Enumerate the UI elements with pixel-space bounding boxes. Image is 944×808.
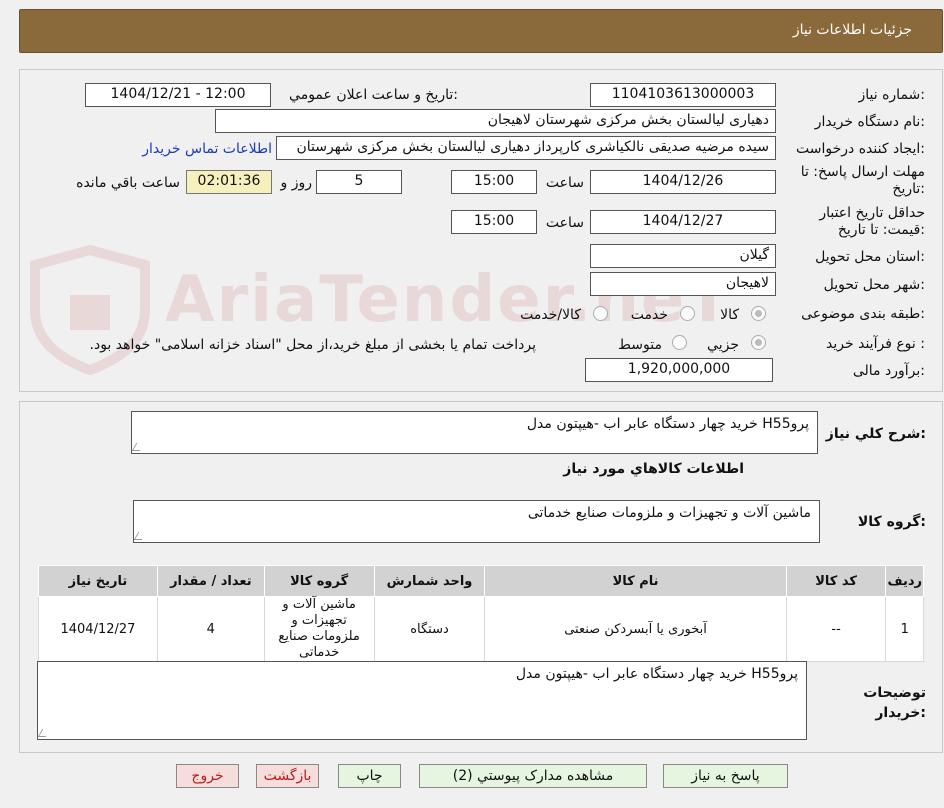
cell-unit: دستگاه <box>373 596 486 662</box>
summary-textbox[interactable]: خرید چهار دستگاه عابر اب -هیپتون مدل H55… <box>131 411 818 454</box>
process-radio-medium[interactable] <box>672 335 687 350</box>
need-number-label: شماره نیاز: <box>858 87 925 103</box>
cell-date: 1404/12/27 <box>38 596 158 662</box>
validity-time-field: 15:00 <box>451 210 537 234</box>
goods-group-text: ماشین آلات و تجهیزات و ملزومات صنایع خدم… <box>527 505 811 521</box>
notes-textbox[interactable]: خرید چهار دستگاه عابر اب -هیپتون مدل H55… <box>37 661 807 740</box>
contact-info-link[interactable]: اطلاعات تماس خریدار <box>142 141 272 157</box>
validity-date-field: 1404/12/27 <box>590 210 776 234</box>
category-radio-both[interactable] <box>593 306 608 321</box>
buyer-org-field: دهیاری لیالستان بخش مرکزی شهرستان لاهیجا… <box>215 109 776 133</box>
exit-button[interactable]: خروج <box>176 764 239 788</box>
remaining-timer: 02:01:36 <box>186 170 272 194</box>
buyer-org-label: نام دستگاه خریدار: <box>814 114 925 130</box>
col-unit: واحد شمارش <box>373 565 486 597</box>
print-button[interactable]: چاپ <box>338 764 401 788</box>
days-field: 5 <box>316 170 402 194</box>
watermark: AriaTender.neT <box>20 235 730 376</box>
attachments-button[interactable]: مشاهده مدارک پیوستي (2) <box>419 764 647 788</box>
need-number-field: 1104103613000003 <box>590 83 776 107</box>
province-field: گیلان <box>590 244 776 268</box>
table-row: 1 -- آبخوری یا آبسردکن صنعتی دستگاه ماشی… <box>38 596 924 662</box>
category-radio-service[interactable] <box>680 306 695 321</box>
deadline-label: مهلت ارسال پاسخ: تا تاریخ: <box>800 164 925 197</box>
days-label: روز و <box>280 175 313 191</box>
resize-handle-icon[interactable] <box>37 729 51 737</box>
budget-field: 1,920,000,000 <box>585 358 773 382</box>
reply-button[interactable]: پاسخ به نیاز <box>663 764 788 788</box>
category-option-service: خدمت <box>630 307 668 323</box>
deadline-date-field: 1404/12/26 <box>590 170 776 194</box>
category-option-goods: کالا <box>720 307 739 323</box>
goods-info-title: اطلاعات کالاهاي مورد نیاز <box>563 461 744 477</box>
col-qty: تعداد / مقدار <box>156 565 265 597</box>
requester-field: سیده مرضیه صدیقی نالکیاشری کارپرداز دهیا… <box>276 136 776 160</box>
budget-label: برآورد مالی: <box>852 363 925 379</box>
summary-label: شرح کلي نیاز: <box>825 426 926 442</box>
notes-label: توضیحات خریدار: <box>863 685 926 721</box>
requester-label: ایجاد کننده درخواست: <box>796 141 925 157</box>
process-option-minor: جزیي <box>707 337 739 353</box>
col-name: نام کالا <box>484 565 787 597</box>
category-option-both: کالا/خدمت <box>520 307 581 323</box>
table-header-row: ردیف کد کالا نام کالا واحد شمارش گروه کا… <box>38 565 924 597</box>
cell-name: آبخوری یا آبسردکن صنعتی <box>484 596 787 662</box>
process-note: پرداخت تمام یا بخشی از مبلغ خرید،از محل … <box>89 337 536 353</box>
city-label: شهر محل تحویل: <box>823 277 925 293</box>
validity-time-label: ساعت <box>545 215 584 231</box>
cell-group: ماشین آلات و تجهیزات و ملزومات صنایع خدم… <box>263 596 375 662</box>
process-radio-minor[interactable] <box>751 335 766 350</box>
resize-handle-icon[interactable] <box>133 532 147 540</box>
page-header: جزئیات اطلاعات نیاز <box>19 9 943 53</box>
resize-handle-icon[interactable] <box>131 443 145 451</box>
city-field: لاهیجان <box>590 272 776 296</box>
deadline-time-label: ساعت <box>545 175 584 191</box>
col-row: ردیف <box>885 565 924 597</box>
remaining-label: ساعت باقي مانده <box>76 175 180 191</box>
category-radio-goods[interactable] <box>751 306 766 321</box>
cell-qty: 4 <box>156 596 265 662</box>
col-code: کد کالا <box>785 565 887 597</box>
deadline-time-field: 15:00 <box>451 170 537 194</box>
goods-group-label: گروه کالا: <box>857 514 926 530</box>
process-label: نوع فرآیند خرید : <box>826 336 925 352</box>
back-button[interactable]: بازگشت <box>256 764 319 788</box>
goods-group-textbox[interactable]: ماشین آلات و تجهیزات و ملزومات صنایع خدم… <box>133 500 820 543</box>
page-title: جزئیات اطلاعات نیاز <box>792 22 912 38</box>
cell-row: 1 <box>885 596 924 662</box>
items-table: ردیف کد کالا نام کالا واحد شمارش گروه کا… <box>38 565 924 662</box>
process-option-medium: متوسط <box>618 337 662 353</box>
province-label: استان محل تحویل: <box>815 249 925 265</box>
announce-field: 1404/12/21 - 12:00 <box>85 83 271 107</box>
validity-label: حداقل تاریخ اعتبار قیمت: تا تاریخ: <box>819 205 925 238</box>
notes-text: خرید چهار دستگاه عابر اب -هیپتون مدل H55… <box>515 666 798 682</box>
announce-label: تاریخ و ساعت اعلان عمومي: <box>289 87 458 103</box>
col-group: گروه کالا <box>263 565 375 597</box>
cell-code: -- <box>785 596 887 662</box>
col-date: تاریخ نیاز <box>38 565 158 597</box>
summary-text: خرید چهار دستگاه عابر اب -هیپتون مدل H55… <box>526 416 809 432</box>
category-label: طبقه بندی موضوعی: <box>801 306 925 322</box>
